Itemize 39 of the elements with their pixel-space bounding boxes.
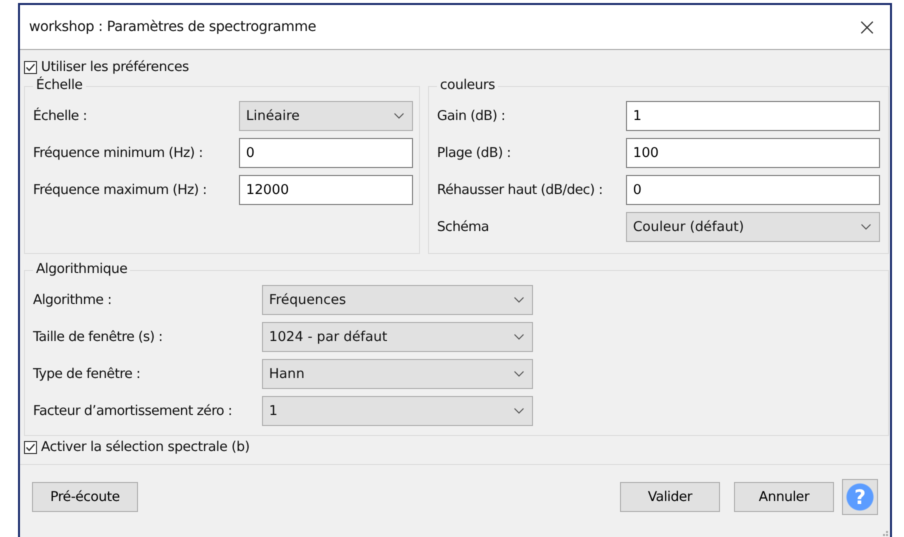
checkbox[interactable] (24, 440, 37, 454)
caret-icon (514, 334, 524, 340)
window-title: workshop : Paramètres de spectrogramme (29, 19, 316, 35)
resize-grip-icon (880, 531, 888, 537)
field-label: Facteur d’amortissement zéro : (33, 403, 234, 419)
caret-icon (394, 113, 404, 119)
field-label: Échelle : (33, 108, 88, 124)
input-field[interactable]: 100 (626, 138, 880, 168)
caret-icon (514, 371, 524, 377)
group-title: Algorithmique (33, 261, 130, 277)
dropdown[interactable]: Linéaire (239, 101, 413, 131)
caret-icon (514, 408, 524, 414)
checkbox-label: Utiliser les préférences (41, 59, 189, 75)
field-label: Schéma (437, 219, 490, 235)
dropdown[interactable]: Couleur (défaut) (626, 212, 880, 242)
field-label: Algorithme : (33, 292, 112, 308)
dropdown[interactable]: Fréquences (262, 285, 533, 315)
checkbox[interactable] (24, 60, 37, 74)
dropdown[interactable]: Hann (262, 359, 533, 389)
input-field[interactable]: 12000 (239, 175, 413, 205)
close-button[interactable]: × (844, 7, 890, 47)
ok-button[interactable]: Valider (620, 482, 720, 512)
field-label: Fréquence maximum (Hz) : (33, 182, 208, 198)
field-label: Gain (dB) : (437, 108, 506, 124)
input-field[interactable]: 1 (626, 101, 880, 131)
input-field[interactable]: 0 (626, 175, 880, 205)
caret-icon (514, 297, 524, 303)
cancel-button[interactable]: Annuler (734, 482, 834, 512)
preview-button[interactable]: Pré-écoute (32, 482, 138, 512)
field-label: Type de fenêtre : (33, 366, 142, 382)
field-label: Fréquence minimum (Hz) : (33, 145, 204, 161)
field-label: Taille de fenêtre (s) : (33, 329, 164, 345)
field-label: Réhausser haut (dB/dec) : (437, 182, 604, 198)
dropdown[interactable]: 1024 - par défaut (262, 322, 533, 352)
checkbox-label: Activer la sélection spectrale (b) (41, 439, 250, 455)
caret-icon (861, 224, 871, 230)
input-field[interactable]: 0 (239, 138, 413, 168)
dropdown[interactable]: 1 (262, 396, 533, 426)
field-label: Plage (dB) : (437, 145, 512, 161)
